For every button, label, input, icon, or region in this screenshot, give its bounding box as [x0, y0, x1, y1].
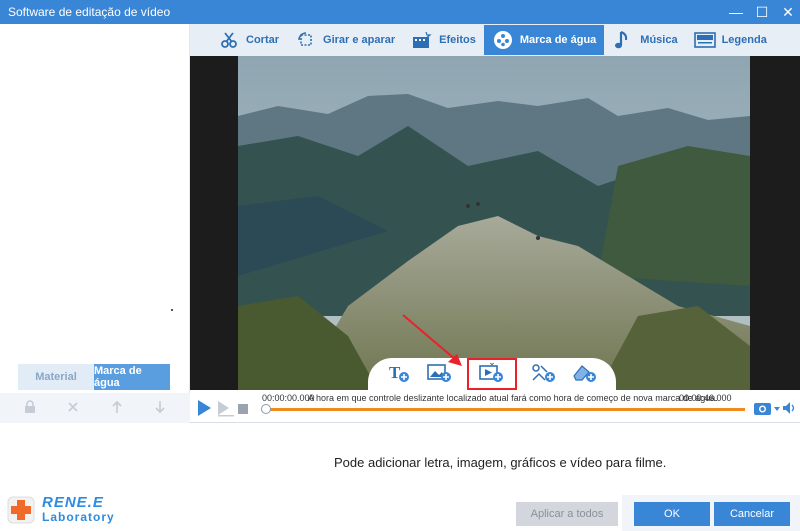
tab-marca-de-agua[interactable]: Marca de água: [483, 25, 605, 55]
play-icon[interactable]: [196, 399, 212, 420]
delete-icon[interactable]: [63, 400, 83, 416]
editor-tabs: Cortar Girar e aparar Efeitos Marca de á…: [190, 24, 800, 56]
tab-label: Cortar: [246, 34, 280, 46]
tab-watermark-list[interactable]: Marca de água: [94, 364, 170, 390]
add-eraser-watermark-button[interactable]: [571, 361, 599, 387]
tab-legenda[interactable]: Legenda: [686, 24, 775, 56]
playback-controls: 00:00:00.000 A hora em que controle desl…: [190, 390, 800, 423]
video-frame[interactable]: [238, 56, 750, 390]
play-segment-icon[interactable]: [216, 399, 236, 420]
add-video-watermark-button[interactable]: ⌄: [466, 357, 517, 390]
tab-girar-e-aparar[interactable]: Girar e aparar: [287, 24, 403, 56]
add-graphic-watermark-button[interactable]: [530, 361, 558, 387]
logo-line2: Laboratory: [42, 510, 115, 524]
annotation-arrow-icon: [402, 314, 462, 366]
maximize-button[interactable]: ☐: [750, 0, 774, 24]
tab-label: Música: [640, 34, 678, 46]
cancel-button[interactable]: Cancelar: [714, 502, 790, 526]
watermark-icon: [492, 29, 514, 51]
logo-line1: RENE.E: [42, 494, 104, 511]
title-bar: Software de editação de vídeo — ☐ ✕: [0, 0, 800, 24]
ok-button[interactable]: OK: [634, 502, 710, 526]
eraser-add-icon: [572, 362, 598, 387]
left-panel-tools: [0, 393, 190, 423]
timeline-slider-handle[interactable]: [261, 404, 271, 414]
brand-logo: RENE.E Laboratory: [6, 491, 136, 529]
cut-icon: [218, 29, 240, 51]
svg-text:T: T: [389, 363, 401, 382]
camera-icon[interactable]: [753, 400, 781, 419]
mountain-scene-image: [238, 56, 750, 390]
subtitle-icon: [693, 29, 716, 51]
timeline-track[interactable]: [265, 408, 745, 411]
move-up-icon[interactable]: [107, 400, 127, 417]
tab-cortar[interactable]: Cortar: [210, 24, 287, 56]
move-down-icon[interactable]: [150, 400, 170, 417]
end-time: 00:00:46.000: [679, 393, 732, 403]
volume-icon[interactable]: [782, 401, 798, 418]
apply-all-button[interactable]: Aplicar a todos: [516, 502, 618, 526]
left-panel-tabs: Material Marca de água: [18, 364, 170, 390]
tab-label: Girar e aparar: [323, 34, 396, 46]
stop-icon[interactable]: [238, 403, 248, 417]
timeline-hint: A hora em que controle deslizante locali…: [308, 393, 718, 403]
tab-material[interactable]: Material: [18, 364, 94, 390]
graphic-add-icon: [531, 362, 557, 387]
lock-icon[interactable]: [20, 399, 40, 417]
window-title: Software de editação de vídeo: [8, 5, 171, 19]
cursor-dot: [171, 309, 173, 311]
rotate-crop-icon: [295, 29, 317, 51]
tab-label: Legenda: [721, 34, 767, 46]
status-message: Pode adicionar letra, imagem, gráficos e…: [334, 455, 667, 470]
minimize-button[interactable]: —: [724, 0, 748, 24]
tab-musica[interactable]: Música: [604, 24, 685, 56]
effects-icon: [411, 29, 433, 51]
tab-label: Efeitos: [439, 34, 476, 46]
chevron-down-icon: ⌄: [488, 357, 496, 367]
music-icon: [612, 29, 634, 51]
tab-efeitos[interactable]: Efeitos: [403, 24, 484, 56]
start-time: 00:00:00.000: [262, 393, 315, 403]
video-preview-area: [190, 56, 800, 390]
medical-cross-icon: [6, 495, 36, 525]
close-button[interactable]: ✕: [776, 0, 800, 24]
tab-label: Marca de água: [519, 34, 597, 46]
